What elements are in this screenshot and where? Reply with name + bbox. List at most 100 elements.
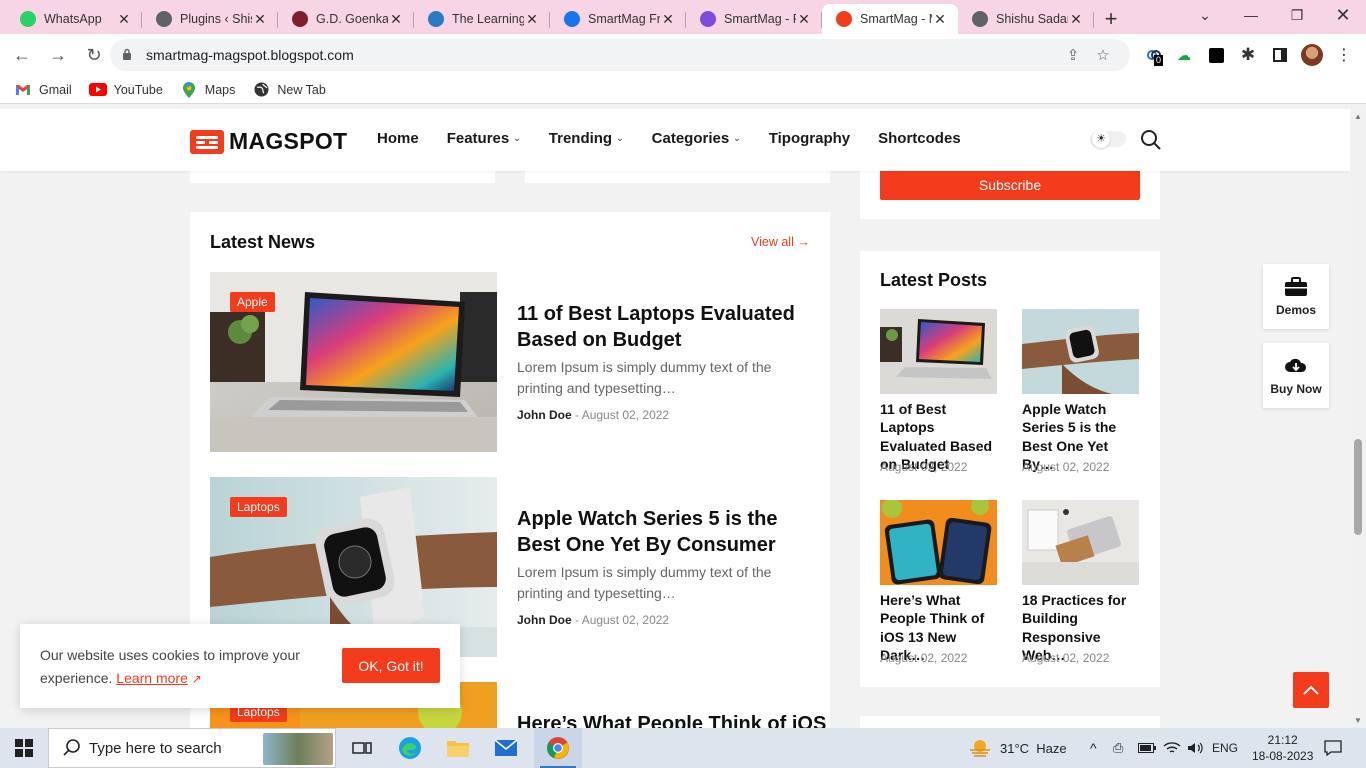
profile-avatar[interactable]	[1300, 43, 1324, 67]
extension-link-icon[interactable]: 0	[1142, 43, 1166, 67]
close-tab-icon[interactable]: ✕	[524, 11, 540, 28]
chrome-menu-icon[interactable]: ⋮	[1332, 43, 1356, 67]
browser-tab[interactable]: SmartMag - F ✕	[686, 4, 822, 34]
search-icon[interactable]	[1140, 129, 1162, 151]
new-tab-button[interactable]: +	[1094, 4, 1128, 34]
taskbar-search-box[interactable]: Type here to search	[48, 728, 336, 768]
nav-item[interactable]: Tipography	[769, 130, 850, 147]
close-tab-icon[interactable]: ✕	[660, 11, 676, 28]
close-tab-icon[interactable]: ✕	[1068, 11, 1084, 28]
browser-tab[interactable]: G.D. Goenka P✕	[278, 4, 414, 34]
nav-item[interactable]: Features ⌄	[447, 130, 521, 147]
chrome-taskbar-icon[interactable]	[534, 728, 582, 768]
network-printer-icon[interactable]: ⎙	[1113, 728, 1123, 768]
chevron-down-icon: ⌄	[733, 133, 741, 143]
chevron-up-icon	[1303, 685, 1319, 695]
nav-item[interactable]: Trending ⌄	[549, 130, 624, 147]
post-meta: John Doe - August 02, 2022	[517, 408, 670, 422]
bookmark-star-icon[interactable]: ☆	[1088, 46, 1118, 64]
url-text[interactable]: smartmag-magspot.blogspot.com	[146, 47, 1058, 63]
learn-more-link[interactable]: Learn more	[116, 670, 188, 686]
tab-title: SmartMag - F	[724, 12, 796, 26]
extensions-puzzle-icon[interactable]: ✱	[1236, 43, 1260, 67]
post-date: August 02, 2022	[581, 408, 670, 422]
post-title[interactable]: Here’s What People Think of iOS	[517, 711, 826, 728]
latest-post-thumbnail[interactable]	[880, 309, 997, 394]
minimize-button[interactable]: —	[1228, 0, 1274, 30]
task-view-icon[interactable]	[338, 728, 386, 768]
browser-tab[interactable]: SmartMag - M ✕	[822, 4, 958, 34]
browser-tab[interactable]: Plugins ‹ Shis ✕	[142, 4, 278, 34]
nav-item[interactable]: Categories ⌄	[652, 130, 741, 147]
search-highlight-image	[263, 733, 333, 765]
post-author[interactable]: John Doe	[517, 613, 572, 627]
cookie-accept-button[interactable]: OK, Got it!	[342, 648, 440, 683]
view-all-link[interactable]: View all →	[751, 235, 810, 249]
scroll-down-arrow-icon[interactable]: ▼	[1354, 716, 1362, 725]
demos-button[interactable]: Demos	[1263, 264, 1329, 329]
post-title[interactable]: 11 of Best Laptops Evaluated Based on Bu…	[517, 301, 817, 353]
back-icon[interactable]: ←	[6, 39, 38, 71]
dark-mode-toggle[interactable]: ☀	[1090, 130, 1126, 148]
post-author[interactable]: John Doe	[517, 408, 572, 422]
back-to-top-button[interactable]	[1293, 672, 1329, 708]
post-thumbnail-laptop[interactable]: Apple	[210, 272, 497, 452]
buy-now-button[interactable]: Buy Now	[1263, 343, 1329, 408]
extension-openai-icon[interactable]	[1204, 43, 1228, 67]
close-tab-icon[interactable]: ✕	[796, 11, 812, 28]
browser-tab[interactable]: WhatsApp ✕	[6, 4, 142, 34]
close-tab-icon[interactable]: ✕	[932, 11, 948, 28]
scroll-up-arrow-icon[interactable]: ▲	[1354, 112, 1362, 121]
page-scrollbar[interactable]: ▲ ▼	[1350, 109, 1366, 728]
tab-title: SmartMag - M	[860, 12, 932, 26]
close-tab-icon[interactable]: ✕	[116, 11, 132, 28]
bookmark-gmail[interactable]: Gmail	[14, 83, 72, 97]
external-link-icon: ↗	[191, 672, 202, 686]
close-window-button[interactable]: ✕	[1320, 0, 1366, 30]
notifications-icon[interactable]	[1324, 728, 1342, 768]
wifi-icon[interactable]	[1163, 728, 1181, 768]
latest-post-thumbnail[interactable]	[1022, 500, 1139, 585]
close-tab-icon[interactable]: ✕	[388, 11, 404, 28]
chevron-down-icon: ⌄	[616, 133, 624, 143]
tab-search-chevron-icon[interactable]: ⌄	[1182, 0, 1228, 30]
windows-logo-icon	[15, 739, 33, 757]
briefcase-icon	[1285, 276, 1307, 296]
browser-tab[interactable]: The Learning ✕	[414, 4, 550, 34]
nav-item[interactable]: Home	[377, 130, 419, 147]
volume-icon[interactable]	[1187, 728, 1205, 768]
form-icon	[700, 11, 716, 27]
file-explorer-icon[interactable]	[434, 728, 482, 768]
close-tab-icon[interactable]: ✕	[252, 11, 268, 28]
forward-icon[interactable]: →	[42, 39, 74, 71]
bookmark-youtube[interactable]: YouTube	[88, 83, 163, 97]
address-bar[interactable]: smartmag-magspot.blogspot.com ⇪ ☆	[110, 39, 1130, 71]
battery-icon[interactable]	[1138, 728, 1156, 768]
nav-item[interactable]: Shortcodes	[878, 130, 961, 147]
language-indicator[interactable]: ENG	[1212, 728, 1238, 768]
category-badge[interactable]: Apple	[230, 292, 275, 312]
bookmark-maps[interactable]: Maps	[180, 81, 235, 98]
whatsapp-icon	[20, 11, 36, 27]
windows-start-button[interactable]	[0, 728, 48, 768]
latest-post-thumbnail[interactable]	[1022, 309, 1139, 394]
side-panel-icon[interactable]	[1268, 43, 1292, 67]
extension-drive-icon[interactable]: ☁	[1172, 43, 1196, 67]
site-logo[interactable]: MAGSPOT	[190, 128, 347, 155]
mail-icon[interactable]	[482, 728, 530, 768]
subscribe-button[interactable]: Subscribe	[880, 169, 1140, 200]
restore-button[interactable]: ❐	[1274, 0, 1320, 30]
post-title[interactable]: Apple Watch Series 5 is the Best One Yet…	[517, 506, 822, 558]
category-badge[interactable]: Laptops	[230, 497, 287, 517]
scrollbar-thumb[interactable]	[1354, 439, 1362, 535]
edge-icon[interactable]	[386, 728, 434, 768]
bookmark-new-tab[interactable]: New Tab	[252, 82, 326, 97]
reload-icon[interactable]: ↻	[78, 39, 110, 71]
clock[interactable]: 21:12 18-08-2023	[1252, 728, 1313, 768]
latest-post-thumbnail[interactable]	[880, 500, 997, 585]
weather-widget[interactable]: 31°C Haze	[968, 728, 1067, 768]
share-icon[interactable]: ⇪	[1058, 46, 1088, 64]
chevron-up-icon[interactable]: ^	[1090, 728, 1097, 768]
browser-tab[interactable]: SmartMag Fre ✕	[550, 4, 686, 34]
browser-tab[interactable]: Shishu Sadan ✕	[958, 4, 1094, 34]
